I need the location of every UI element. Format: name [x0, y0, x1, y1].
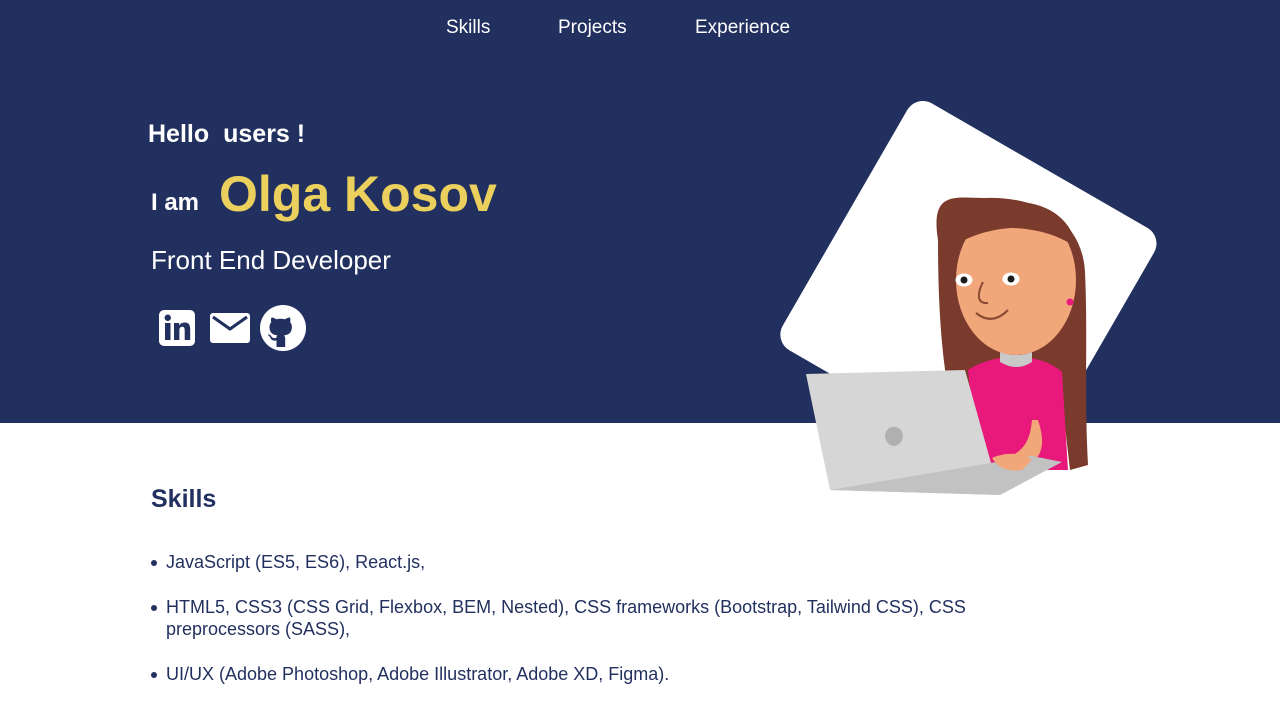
greeting: Hello users ! — [148, 119, 305, 149]
developer-role: Front End Developer — [151, 245, 391, 275]
skills-list: JavaScript (ES5, ES6), React.js, HTML5, … — [151, 551, 1031, 708]
nav-link-skills[interactable]: Skills — [446, 16, 490, 40]
developer-name: Olga Kosov — [219, 166, 497, 222]
i-am-label: I am — [151, 189, 200, 216]
github-icon[interactable] — [259, 304, 307, 357]
linkedin-icon[interactable] — [157, 308, 197, 353]
mail-icon[interactable] — [209, 310, 251, 351]
nav-link-experience[interactable]: Experience — [695, 16, 790, 40]
greeting-hello: Hello — [148, 120, 210, 148]
nav-link-projects[interactable]: Projects — [558, 16, 627, 40]
list-item: HTML5, CSS3 (CSS Grid, Flexbox, BEM, Nes… — [151, 596, 1031, 640]
top-nav: Skills Projects Experience — [0, 16, 1280, 42]
skills-heading: Skills — [151, 485, 217, 513]
developer-illustration — [780, 101, 1157, 495]
greeting-users: users ! — [223, 120, 306, 148]
list-item: JavaScript (ES5, ES6), React.js, — [151, 551, 1031, 573]
list-item: UI/UX (Adobe Photoshop, Adobe Illustrato… — [151, 663, 1031, 685]
